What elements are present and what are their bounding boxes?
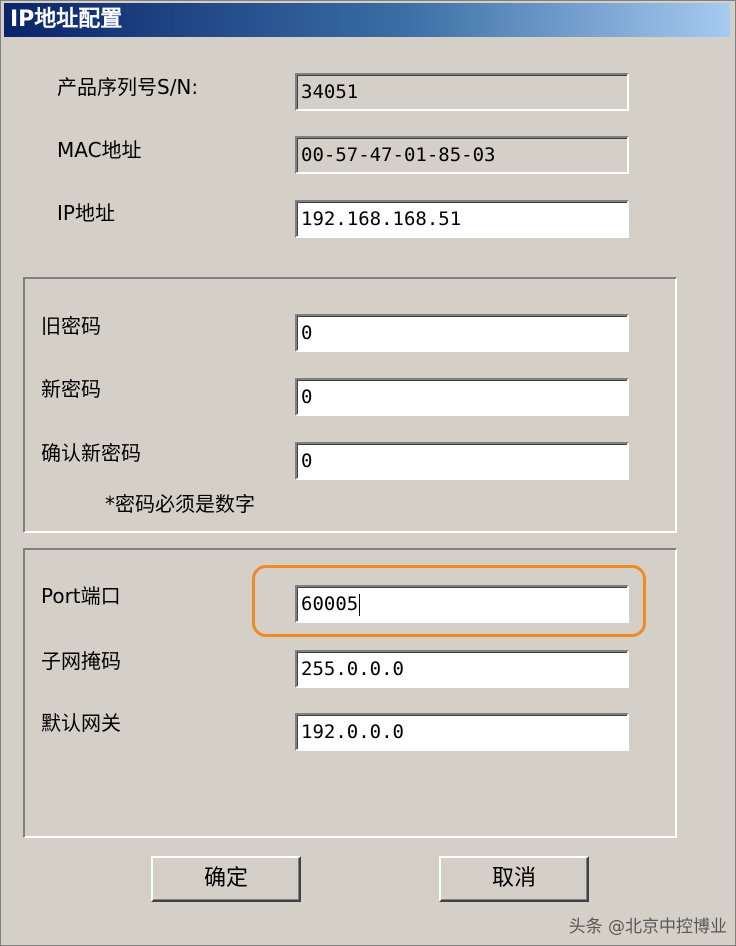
ok-button[interactable]: 确定 [151,856,301,902]
old-password-label: 旧密码 [41,314,101,338]
subnet-field[interactable]: 255.0.0.0 [295,650,629,688]
dialog-title: IP地址配置 [10,7,123,32]
serial-label: 产品序列号S/N: [57,75,199,99]
ip-config-dialog: IP地址配置 产品序列号S/N: 34051 MAC地址 00-57-47-01… [0,0,736,946]
confirm-password-label: 确认新密码 [41,441,141,465]
old-password-field[interactable]: 0 [295,314,629,352]
port-label: Port端口 [41,584,121,608]
serial-field: 34051 [295,73,629,111]
password-note: *密码必须是数字 [105,492,255,516]
gateway-field[interactable]: 192.0.0.0 [295,713,629,751]
dialog-title-bar: IP地址配置 [4,3,730,37]
ip-field[interactable]: 192.168.168.51 [295,200,629,238]
port-highlight-outline [252,565,646,637]
subnet-label: 子网掩码 [41,649,121,673]
cancel-button[interactable]: 取消 [439,856,589,902]
mac-label: MAC地址 [57,138,142,162]
new-password-field[interactable]: 0 [295,378,629,416]
new-password-label: 新密码 [41,377,101,401]
ip-label: IP地址 [57,201,115,225]
mac-field: 00-57-47-01-85-03 [295,136,629,174]
confirm-password-field[interactable]: 0 [295,442,629,480]
watermark: 头条 @北京中控博业 [568,917,727,937]
gateway-label: 默认网关 [41,711,121,735]
